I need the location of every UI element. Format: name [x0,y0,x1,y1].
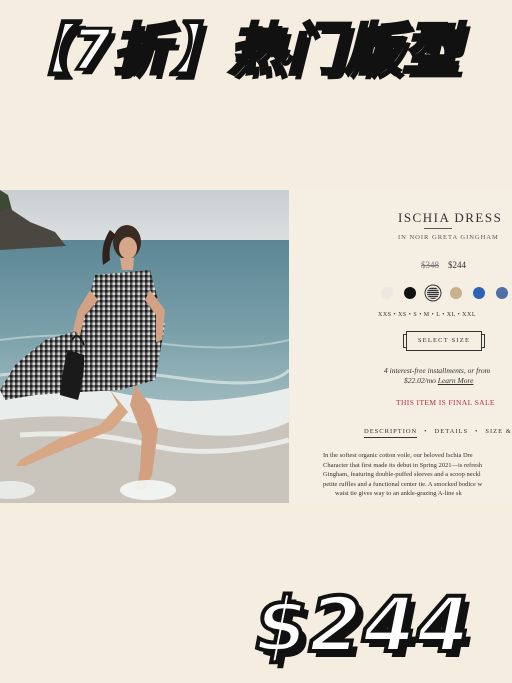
color-swatch-blue[interactable] [473,287,485,299]
tab-details[interactable]: DETAILS [435,428,469,435]
color-swatch-gingham-selected[interactable] [427,287,439,299]
product-color-subtitle: IN NOIR GRETA GINGHAM [398,234,499,241]
sale-price: $244 [448,260,466,270]
installments-text: 4 interest-free installments, or from [384,366,491,375]
product-description: In the softest organic cotton voile, our… [323,451,512,499]
learn-more-link[interactable]: Learn More [438,376,474,385]
tab-size-fit[interactable]: SIZE & [485,428,511,435]
color-swatch-tan[interactable] [450,287,462,299]
installments-amount: $22.02/mo [404,376,436,385]
installments-amount-line: $22.02/mo Learn More [404,376,474,385]
big-price-label: $244 [253,578,472,671]
color-swatch-white[interactable] [381,287,393,299]
title-divider [424,228,452,229]
select-size-button[interactable]: SELECT SIZE [403,331,485,351]
product-tabs: DESCRIPTION • DETAILS • SIZE & [364,428,512,438]
description-line: Gingham, featuring double-puffed sleeves… [323,471,481,479]
tab-description[interactable]: DESCRIPTION [364,428,418,438]
promo-headline: 【7折】热门版型 [13,17,461,85]
final-sale-notice: THIS ITEM IS FINAL SALE [396,398,495,407]
description-line: waist tie gives way to an ankle-grazing … [335,490,462,498]
product-info-panel: ISCHIA DRESS IN NOIR GRETA GINGHAM $348 … [289,190,512,503]
product-title: ISCHIA DRESS [398,210,503,225]
product-photo[interactable] [0,190,289,503]
beach-photo-image [0,190,289,503]
size-options[interactable]: XXS • XS • S • M • L • XL • XXL [378,312,476,318]
product-page-screenshot: ISCHIA DRESS IN NOIR GRETA GINGHAM $348 … [0,190,512,503]
description-line: In the softest organic cotton voile, our… [323,452,473,459]
color-swatch-black[interactable] [404,287,416,299]
color-swatch-slate[interactable] [496,287,508,299]
original-price: $348 [421,260,439,270]
description-line: Character that first made its debut in S… [323,461,483,469]
description-line: petite ruffles and a functional center t… [323,480,483,488]
